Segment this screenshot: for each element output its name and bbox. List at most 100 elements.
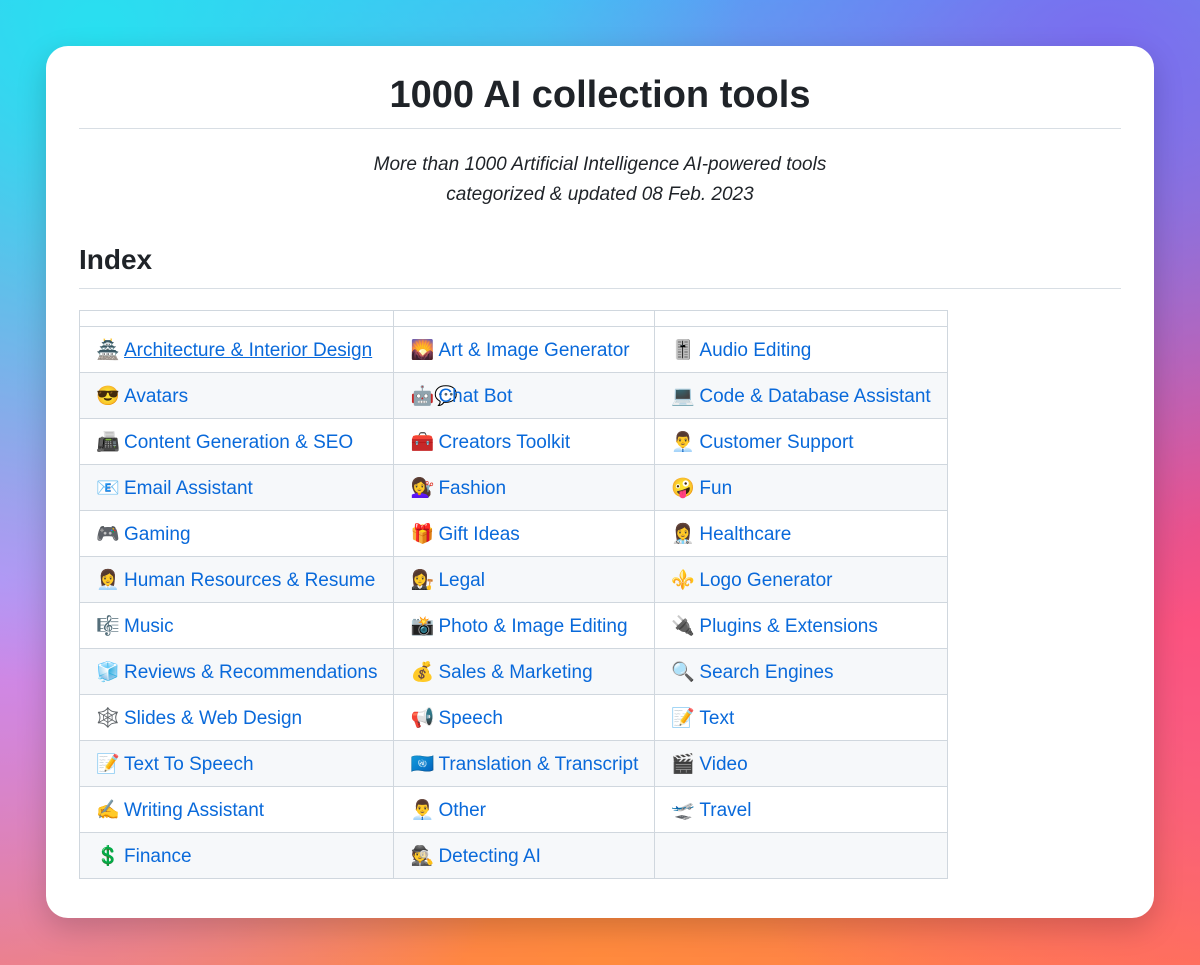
- category-emoji-icon: 📝: [671, 707, 696, 729]
- category-link[interactable]: Plugins & Extensions: [699, 616, 878, 637]
- category-link[interactable]: Customer Support: [699, 432, 853, 453]
- table-cell[interactable]: 🏯 Architecture & Interior Design: [78, 326, 395, 373]
- category-link[interactable]: Email Assistant: [124, 478, 253, 499]
- table-cell[interactable]: 👩‍💼 Human Resources & Resume: [78, 556, 395, 603]
- category-link[interactable]: Code & Database Assistant: [699, 386, 930, 407]
- table-cell[interactable]: 👩‍⚕️ Healthcare: [654, 510, 948, 557]
- category-link[interactable]: Video: [699, 754, 747, 775]
- category-emoji-icon: 🎬: [671, 753, 696, 775]
- category-emoji-icon: 👨‍💼: [671, 431, 696, 453]
- table-cell[interactable]: 💻 Code & Database Assistant: [654, 372, 948, 419]
- category-link[interactable]: Fashion: [438, 478, 506, 499]
- category-link[interactable]: Gaming: [124, 524, 191, 545]
- table-cell[interactable]: 🎬 Video: [654, 740, 948, 787]
- category-link[interactable]: Detecting AI: [438, 846, 540, 867]
- category-link[interactable]: Human Resources & Resume: [124, 570, 375, 591]
- table-cell[interactable]: 👩‍⚖️ Legal: [393, 556, 656, 603]
- category-link[interactable]: Music: [124, 616, 174, 637]
- table-cell[interactable]: 🌄 Art & Image Generator: [393, 326, 656, 373]
- category-link[interactable]: Logo Generator: [699, 570, 832, 591]
- table-row: 👩‍💼 Human Resources & Resume 👩‍⚖️ Legal ⚜️ Lo…: [78, 556, 948, 603]
- table-cell[interactable]: 🧰 Creators Toolkit: [393, 418, 656, 465]
- category-emoji-icon: 👩‍⚖️: [410, 569, 435, 591]
- category-emoji-icon: 🕸️: [96, 707, 120, 729]
- table-cell[interactable]: 🛫 Travel: [654, 786, 948, 833]
- category-link[interactable]: Chat Bot: [438, 386, 512, 407]
- category-emoji-icon: 🔌: [671, 615, 696, 637]
- table-cell[interactable]: 💇‍♀️ Fashion: [393, 464, 656, 511]
- category-link[interactable]: Travel: [699, 800, 751, 821]
- table-cell[interactable]: 🎮 Gaming: [78, 510, 395, 557]
- table-cell[interactable]: 🎁 Gift Ideas: [393, 510, 656, 557]
- table-cell[interactable]: ✍️ Writing Assistant: [78, 786, 395, 833]
- category-link[interactable]: Art & Image Generator: [438, 340, 629, 361]
- table-cell[interactable]: 💲 Finance: [78, 832, 395, 879]
- table-cell[interactable]: 🇺🇳 Translation & Transcript: [393, 740, 656, 787]
- table-cell[interactable]: 🤖💬Chat Bot: [393, 372, 656, 419]
- table-cell[interactable]: 📸 Photo & Image Editing: [393, 602, 656, 649]
- table-cell[interactable]: 🧊 Reviews & Recommendations: [78, 648, 395, 695]
- category-link[interactable]: Healthcare: [699, 524, 791, 545]
- category-link[interactable]: Reviews & Recommendations: [124, 662, 377, 683]
- category-link[interactable]: Avatars: [124, 386, 188, 407]
- category-link[interactable]: Legal: [438, 570, 485, 591]
- category-emoji-icon: 🎮: [96, 523, 120, 545]
- category-emoji-icon: 🕵️: [410, 845, 435, 867]
- table-cell[interactable]: 📧 Email Assistant: [78, 464, 395, 511]
- category-link[interactable]: Translation & Transcript: [438, 754, 638, 775]
- table-cell[interactable]: 🤪 Fun: [654, 464, 948, 511]
- category-emoji-icon: 🔍: [671, 661, 696, 683]
- category-emoji-icon: 🤪: [671, 477, 696, 499]
- category-emoji-icon: 🎁: [410, 523, 435, 545]
- category-emoji-icon: ✍️: [96, 799, 120, 821]
- category-emoji-icon: 🏯: [96, 339, 120, 361]
- category-link[interactable]: Search Engines: [699, 662, 833, 683]
- category-link[interactable]: Architecture & Interior Design: [124, 340, 372, 361]
- category-link[interactable]: Creators Toolkit: [438, 432, 570, 453]
- category-link[interactable]: Gift Ideas: [438, 524, 519, 545]
- category-link[interactable]: Text: [699, 708, 734, 729]
- table-cell[interactable]: 👨‍💼 Other: [393, 786, 656, 833]
- table-row: 📝 Text To Speech 🇺🇳 Translation & Transcrip…: [78, 740, 948, 787]
- category-link[interactable]: Sales & Marketing: [438, 662, 592, 683]
- category-emoji-icon: 📠: [96, 431, 120, 453]
- category-link[interactable]: Finance: [124, 846, 192, 867]
- category-emoji-icon: 😎: [96, 385, 120, 407]
- category-link[interactable]: Speech: [438, 708, 502, 729]
- table-cell[interactable]: 📢 Speech: [393, 694, 656, 741]
- subtitle-line-2: categorized & updated 08 Feb. 2023: [446, 184, 754, 205]
- table-cell[interactable]: ⚜️ Logo Generator: [654, 556, 948, 603]
- category-emoji-icon: 🛫: [671, 799, 696, 821]
- category-link[interactable]: Audio Editing: [699, 340, 811, 361]
- table-cell[interactable]: 😎 Avatars: [78, 372, 395, 419]
- table-cell[interactable]: 📝 Text To Speech: [78, 740, 395, 787]
- table-cell[interactable]: 🎼 Music: [78, 602, 395, 649]
- table-cell[interactable]: 🔌 Plugins & Extensions: [654, 602, 948, 649]
- category-link[interactable]: Other: [438, 800, 486, 821]
- category-link[interactable]: Writing Assistant: [124, 800, 264, 821]
- category-link[interactable]: Content Generation & SEO: [124, 432, 353, 453]
- table-cell[interactable]: 🕸️ Slides & Web Design: [78, 694, 395, 741]
- category-emoji-icon: ⚜️: [671, 569, 696, 591]
- table-cell[interactable]: 👨‍💼 Customer Support: [654, 418, 948, 465]
- table-cell[interactable]: 🔍 Search Engines: [654, 648, 948, 695]
- table-row: 🕸️ Slides & Web Design 📢 Speech 📝 Text: [78, 694, 948, 741]
- category-link[interactable]: Text To Speech: [124, 754, 254, 775]
- table-header-cell: [393, 310, 656, 327]
- category-emoji-icon: 💰: [410, 661, 435, 683]
- category-emoji-icon: 🇺🇳: [410, 753, 435, 775]
- table-cell[interactable]: 🕵️ Detecting AI: [393, 832, 656, 879]
- category-emoji-icon: 🧰: [410, 431, 435, 453]
- category-emoji-icon: 🎼: [96, 615, 120, 637]
- table-cell[interactable]: 🎚️ Audio Editing: [654, 326, 948, 373]
- table-row: 📠 Content Generation & SEO 🧰 Creators Toolk…: [78, 418, 948, 465]
- table-cell[interactable]: 💰 Sales & Marketing: [393, 648, 656, 695]
- category-link[interactable]: Photo & Image Editing: [438, 616, 627, 637]
- table-cell[interactable]: 📠 Content Generation & SEO: [78, 418, 395, 465]
- page-subtitle: More than 1000 Artificial Intelligence A…: [79, 150, 1121, 210]
- table-row: 🧊 Reviews & Recommendations 💰 Sales & Marke…: [78, 648, 948, 695]
- table-cell[interactable]: 📝 Text: [654, 694, 948, 741]
- category-link[interactable]: Slides & Web Design: [124, 708, 302, 729]
- category-link[interactable]: Fun: [699, 478, 732, 499]
- category-emoji-icon: 👩‍💼: [96, 569, 120, 591]
